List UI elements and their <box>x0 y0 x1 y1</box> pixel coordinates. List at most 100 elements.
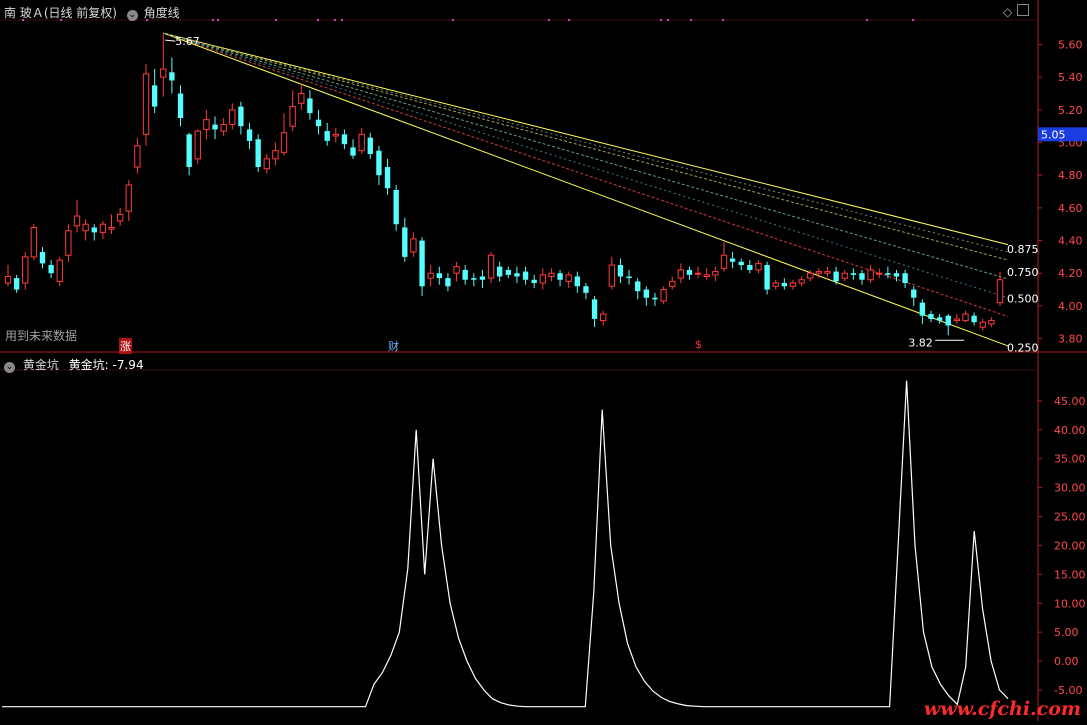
candle-body <box>108 226 115 230</box>
candle-body <box>824 271 831 274</box>
candle-body <box>238 106 244 127</box>
tag-zhang[interactable]: 涨 <box>119 338 132 354</box>
price-tick-label: 4.60 <box>1058 202 1083 215</box>
candle-body <box>48 265 54 274</box>
candle-body <box>462 269 468 280</box>
candle-body <box>574 276 580 287</box>
candle-body <box>99 223 107 233</box>
candle-body <box>962 313 969 322</box>
event-marker <box>275 19 277 21</box>
candle-body <box>807 272 814 279</box>
candle-body <box>660 289 667 302</box>
candle-body <box>583 286 589 293</box>
event-marker <box>667 19 669 21</box>
event-marker <box>660 19 662 21</box>
candle-body <box>436 273 442 279</box>
lower-indicator-value: 黄金坑: -7.94 <box>68 358 144 372</box>
candle-body <box>781 283 788 287</box>
candle-body <box>384 167 391 189</box>
candle-body <box>56 259 63 282</box>
candle-body <box>22 256 29 284</box>
lower-tick-label: 25.00 <box>1054 511 1086 524</box>
candle-body <box>902 273 908 284</box>
window-toggle-icon[interactable] <box>1017 4 1029 16</box>
candle-body <box>988 320 995 325</box>
candle-body <box>789 282 797 287</box>
candle-body <box>358 133 365 152</box>
candle-body <box>885 273 891 275</box>
candle-body <box>194 130 201 160</box>
price-tick-label: 5.40 <box>1058 71 1083 84</box>
candle-body <box>608 264 616 287</box>
candle-body <box>755 262 762 271</box>
candle-body <box>841 272 848 279</box>
high-label-arrow <box>165 39 176 42</box>
fan-line-0750 <box>163 32 1009 280</box>
candle-body <box>859 273 865 280</box>
event-marker <box>722 19 724 21</box>
candle-body <box>30 226 38 258</box>
candle-body <box>65 230 72 256</box>
candle-body <box>220 124 227 132</box>
candle-body <box>402 227 408 257</box>
candle-body <box>652 297 658 300</box>
candle-body <box>591 299 598 319</box>
golden-pit-line <box>2 380 1009 708</box>
candle-body <box>720 254 728 269</box>
candle-body <box>169 72 175 81</box>
lower-tick-label: 15.00 <box>1054 568 1086 581</box>
fan-line-mid <box>163 32 1009 299</box>
candle-body <box>419 240 425 287</box>
candle-body <box>626 276 632 279</box>
candle-body <box>548 272 555 277</box>
candle-body <box>177 93 184 119</box>
tag-cai[interactable]: 财 <box>388 338 399 354</box>
candle-body <box>996 279 1004 304</box>
stock-title-group: 南 玻Ａ(日线 前复权) ⌄ 角度线 <box>4 4 180 21</box>
candle-body <box>471 278 477 280</box>
candle-body <box>151 85 158 107</box>
price-tick-label: 5.60 <box>1058 39 1083 52</box>
price-tick-label: 5.20 <box>1058 104 1083 117</box>
watermark: www.cfchi.com <box>923 698 1081 720</box>
fan-level-label: 0.250 <box>1007 342 1039 355</box>
tag-dollar[interactable]: $ <box>695 338 702 351</box>
candle-body <box>669 280 676 287</box>
event-marker <box>217 19 219 21</box>
candle-body <box>729 258 736 262</box>
candle-body <box>686 269 693 275</box>
candle-body <box>298 93 305 104</box>
lower-tick-label: 5.00 <box>1054 626 1079 639</box>
chevron-down-icon[interactable]: ⌄ <box>126 10 138 21</box>
candle-body <box>125 184 132 212</box>
chart-stage: 5.60 5.40 5.20 5.00 4.80 4.60 4.40 4.20 4.00 3.80… <box>0 0 1087 721</box>
indicator-name[interactable]: 角度线 <box>144 6 180 20</box>
candle-body <box>272 150 279 160</box>
fan-level-label: 0.500 <box>1007 293 1039 306</box>
fan-line-0875 <box>163 32 1009 261</box>
chevron-down-icon[interactable]: ⌄ <box>4 362 15 373</box>
candle-body <box>487 254 495 279</box>
candle-body <box>833 271 839 282</box>
candle-body <box>850 273 857 275</box>
lower-tick-label: 40.00 <box>1054 424 1086 437</box>
event-marker <box>341 19 343 21</box>
candle-body <box>497 266 503 277</box>
candle-body <box>82 223 89 232</box>
candle-body <box>876 272 883 275</box>
candle-body <box>703 274 710 277</box>
price-tick-label: 4.00 <box>1058 300 1083 313</box>
diamond-icon[interactable]: ◇ <box>1003 5 1012 19</box>
candle-body <box>341 134 348 145</box>
candle-body <box>39 251 46 264</box>
candle-body <box>186 134 192 168</box>
candle-body <box>945 315 951 326</box>
candle-body <box>815 271 823 274</box>
candle-body <box>505 269 511 275</box>
event-marker <box>334 19 336 21</box>
candle-body <box>263 158 270 170</box>
lower-indicator-name[interactable]: 黄金坑 <box>23 358 59 372</box>
price-tick-label: 4.20 <box>1058 267 1083 280</box>
candle-body <box>212 124 218 130</box>
candle-body <box>73 215 81 227</box>
